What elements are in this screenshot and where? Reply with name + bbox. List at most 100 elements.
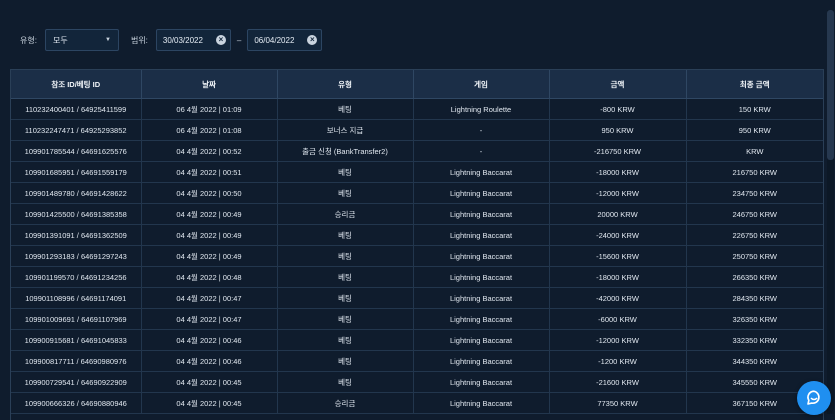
cell-final-amount: 326350 KRW <box>686 308 823 330</box>
cell-game: Lightning Baccarat <box>413 392 550 414</box>
cell-type: 승리금 <box>277 392 414 414</box>
cell-ref-id: 110232247471 / 64925293852 <box>11 119 142 141</box>
header-final-amount: 최종 금액 <box>686 70 823 99</box>
cell-ref-id: 109900729541 / 64690922909 <box>11 371 142 393</box>
cell-ref-id: 109900666326 / 64690880946 <box>11 392 142 414</box>
cell-type: 보너스 지급 <box>277 119 414 141</box>
cell-date: 04 4월 2022 | 00:51 <box>141 161 278 183</box>
cell-date: 04 4월 2022 | 00:49 <box>141 245 278 267</box>
cell-date: 04 4월 2022 | 00:49 <box>141 224 278 246</box>
cell-date: 04 4월 2022 | 00:48 <box>141 266 278 288</box>
cell-final-amount: 234750 KRW <box>686 182 823 204</box>
cell-game: Lightning Baccarat <box>413 329 550 351</box>
scrollbar-thumb[interactable] <box>827 10 834 160</box>
cell-amount: -24000 KRW <box>549 224 687 246</box>
cell-amount: 77350 KRW <box>549 392 687 414</box>
cell-amount: -18000 KRW <box>549 161 687 183</box>
cell-ref-id: 109901009691 / 64691107969 <box>11 308 142 330</box>
cell-final-amount: 950 KRW <box>686 119 823 141</box>
cell-final-amount: 344350 KRW <box>686 350 823 372</box>
clear-icon[interactable]: × <box>215 35 226 45</box>
range-label: 범위: <box>130 35 148 45</box>
chat-button[interactable] <box>797 381 831 415</box>
cell-game: - <box>413 140 550 162</box>
cell-ref-id: 109901293183 / 64691297243 <box>11 245 142 267</box>
date-from-input[interactable]: 30/03/2022 × <box>155 29 231 51</box>
cell-final-amount: 266350 KRW <box>686 266 823 288</box>
cell-game: Lightning Baccarat <box>413 224 550 246</box>
cell-final-amount: 332350 KRW <box>686 329 823 351</box>
table-row: 110232400401 / 64925411599 06 4월 2022 | 0… <box>11 98 823 120</box>
table-row: 109901391091 / 64691362509 04 4월 2022 | 0… <box>11 224 823 246</box>
table-row: 109900729541 / 64690922909 04 4월 2022 | 0… <box>11 371 823 393</box>
cell-amount: -42000 KRW <box>549 287 687 309</box>
cell-ref-id: 109901425500 / 64691385358 <box>11 203 142 225</box>
cell-date: 06 4월 2022 | 01:09 <box>141 98 278 120</box>
date-to-input[interactable]: 06/04/2022 × <box>247 29 323 51</box>
cell-date: 04 4월 2022 | 00:52 <box>141 140 278 162</box>
table-row: 109900817711 / 64690980976 04 4월 2022 | 0… <box>11 350 823 372</box>
cell-game: Lightning Baccarat <box>413 182 550 204</box>
type-select-value: 모두 <box>52 35 68 45</box>
cell-amount: -216750 KRW <box>549 140 687 162</box>
cell-ref-id: 109900817711 / 64690980976 <box>11 350 142 372</box>
table-header-row: 참조 ID/베팅 ID 날짜 유형 게임 금액 최종 금액 <box>11 70 823 99</box>
cell-type: 베팅 <box>277 287 414 309</box>
header-ref-id: 참조 ID/베팅 ID <box>11 70 142 99</box>
table-row: 109901199570 / 64691234256 04 4월 2022 | 0… <box>11 266 823 288</box>
cell-ref-id: 109900915681 / 64691045833 <box>11 329 142 351</box>
cell-date: 06 4월 2022 | 01:08 <box>141 119 278 141</box>
date-from-value: 30/03/2022 <box>162 35 203 45</box>
cell-final-amount: 216750 KRW <box>686 161 823 183</box>
table-row: 109901425500 / 64691385358 04 4월 2022 | 0… <box>11 203 823 225</box>
cell-amount: -12000 KRW <box>549 182 687 204</box>
table-row: 109901685951 / 64691559179 04 4월 2022 | 0… <box>11 161 823 183</box>
header-game: 게임 <box>413 70 550 99</box>
cell-amount: 20000 KRW <box>549 203 687 225</box>
cell-game: Lightning Baccarat <box>413 308 550 330</box>
cell-game: Lightning Baccarat <box>413 245 550 267</box>
cell-amount: -21600 KRW <box>549 371 687 393</box>
cell-amount: 950 KRW <box>549 119 687 141</box>
cell-type: 베팅 <box>277 224 414 246</box>
table-row: 109901489780 / 64691428622 04 4월 2022 | 0… <box>11 182 823 204</box>
date-to-value: 06/04/2022 <box>254 35 295 45</box>
cell-type: 출금 신청 (BankTransfer2) <box>277 140 414 162</box>
cell-ref-id: 110232400401 / 64925411599 <box>11 98 142 120</box>
cell-game: Lightning Roulette <box>413 98 550 120</box>
clear-icon[interactable]: × <box>307 35 318 45</box>
transaction-table: 참조 ID/베팅 ID 날짜 유형 게임 금액 최종 금액 1102324004… <box>10 69 824 420</box>
cell-amount: -12000 KRW <box>549 329 687 351</box>
cell-type: 베팅 <box>277 161 414 183</box>
type-label: 유형: <box>20 35 37 45</box>
type-select[interactable]: 모두 ▼ <box>44 29 119 51</box>
table-row: 109901293183 / 64691297243 04 4월 2022 | 0… <box>11 245 823 267</box>
cell-amount: -1200 KRW <box>549 350 687 372</box>
header-type: 유형 <box>277 70 414 99</box>
header-amount: 금액 <box>549 70 687 99</box>
cell-type: 베팅 <box>277 266 414 288</box>
cell-type: 베팅 <box>277 308 414 330</box>
table-row: 109900915681 / 64691045833 04 4월 2022 | 0… <box>11 329 823 351</box>
table-body: 110232400401 / 64925411599 06 4월 2022 | 0… <box>11 98 823 414</box>
cell-final-amount: 226750 KRW <box>686 224 823 246</box>
cell-ref-id: 109901785544 / 64691625576 <box>11 140 142 162</box>
cell-ref-id: 109901489780 / 64691428622 <box>11 182 142 204</box>
cell-game: Lightning Baccarat <box>413 371 550 393</box>
cell-date: 04 4월 2022 | 00:50 <box>141 182 278 204</box>
cell-final-amount: 250750 KRW <box>686 245 823 267</box>
cell-game: Lightning Baccarat <box>413 350 550 372</box>
cell-game: Lightning Baccarat <box>413 287 550 309</box>
cell-amount: -15600 KRW <box>549 245 687 267</box>
cell-ref-id: 109901108996 / 64691174091 <box>11 287 142 309</box>
cell-date: 04 4월 2022 | 00:46 <box>141 329 278 351</box>
cell-amount: -800 KRW <box>549 98 687 120</box>
cell-type: 베팅 <box>277 371 414 393</box>
cell-amount: -18000 KRW <box>549 266 687 288</box>
cell-type: 베팅 <box>277 182 414 204</box>
cell-date: 04 4월 2022 | 00:45 <box>141 371 278 393</box>
cell-ref-id: 109901199570 / 64691234256 <box>11 266 142 288</box>
cell-ref-id: 109901685951 / 64691559179 <box>11 161 142 183</box>
header-date: 날짜 <box>141 70 278 99</box>
cell-type: 베팅 <box>277 245 414 267</box>
